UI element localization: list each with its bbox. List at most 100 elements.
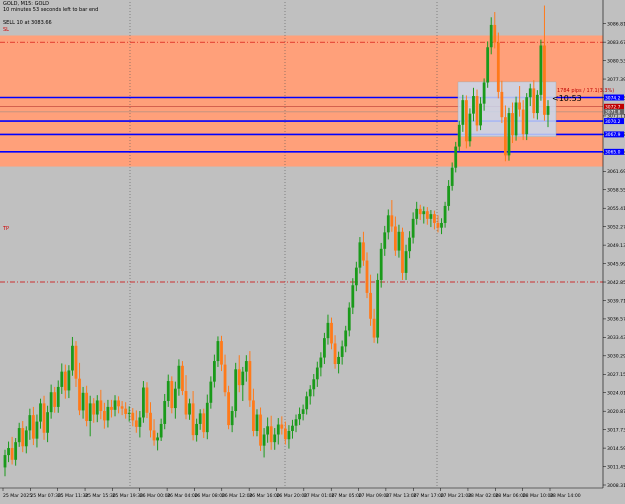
candle-body (99, 400, 103, 412)
candle-body (85, 392, 89, 422)
candle-body (429, 214, 433, 219)
candle-body (230, 411, 234, 426)
candle-body (255, 414, 259, 431)
candle-body (365, 260, 369, 293)
candle-body (333, 343, 337, 365)
price-tick-label: 3083.67 (607, 40, 625, 46)
candle-body (511, 113, 514, 136)
candle-body (156, 437, 160, 441)
candle-body (276, 424, 280, 435)
candle-body (386, 215, 390, 233)
price-tick-label: 3086.81 (607, 21, 625, 27)
candle-body (539, 45, 543, 95)
candle-body (464, 100, 468, 142)
candle-body (301, 409, 305, 414)
candle-body (152, 430, 156, 441)
candle-body (507, 113, 511, 156)
candle-body (447, 185, 451, 206)
level-price-tag-text: 3065.0 (605, 150, 621, 156)
candle-body (436, 222, 440, 228)
time-tick-label: 25 Mar 11:30 (58, 493, 89, 499)
candle-body (17, 428, 21, 443)
candle-body (433, 214, 436, 223)
time-tick-label: 28 Mar 14:00 (550, 493, 581, 499)
candle-body (117, 400, 120, 407)
current-price-tag-text: 3071.8 (605, 110, 621, 116)
candle-body (191, 403, 195, 436)
candle-body (227, 392, 230, 426)
time-tick-label: 26 Mar 12:00 (222, 493, 253, 499)
candle-body (425, 211, 429, 219)
candle-body (404, 251, 408, 273)
candle-body (110, 406, 113, 410)
candle-body (323, 338, 326, 358)
candle-body (415, 208, 419, 219)
candle-body (532, 88, 536, 114)
candle-body (528, 88, 532, 98)
candle-body (63, 371, 67, 391)
candle-body (102, 411, 106, 421)
candle-body (422, 211, 426, 215)
candle-body (145, 387, 149, 413)
candle-body (244, 361, 248, 372)
candle-body (525, 97, 529, 135)
candle-body (71, 345, 74, 371)
candle-body (248, 361, 252, 401)
time-tick-label: 28 Mar 06:00 (495, 493, 526, 499)
candle-body (287, 430, 291, 440)
candle-body (149, 412, 152, 431)
time-tick-label: 25 Mar 15:30 (85, 493, 116, 499)
candle-body (337, 356, 341, 365)
time-tick-label: 27 Mar 09:00 (359, 493, 390, 499)
candle-body (223, 364, 227, 393)
candle-body (482, 82, 486, 104)
price-tick-label: 3045.99 (607, 261, 625, 267)
time-tick-label: 26 Mar 16:00 (249, 493, 280, 499)
candle-body (521, 109, 525, 135)
candle-body (308, 389, 312, 397)
candle-body (269, 426, 273, 443)
candle-body (159, 423, 163, 438)
candle-body (273, 434, 277, 443)
candle-body (326, 322, 330, 339)
price-tick-label: 3027.15 (607, 372, 625, 378)
chart-window: 3086.813083.673080.533077.393074.253071.… (0, 0, 625, 500)
candle-body (42, 403, 46, 433)
candle-body (397, 231, 401, 251)
candle-body (127, 412, 131, 414)
candle-body (489, 24, 493, 48)
candle-body (280, 424, 284, 429)
price-chart[interactable]: 3086.813083.673080.533077.393074.253071.… (0, 0, 625, 500)
candle-body (56, 386, 60, 407)
time-tick-label: 27 Mar 05:00 (331, 493, 362, 499)
candle-body (472, 96, 475, 114)
time-tick-label: 25 Mar 19:30 (112, 493, 143, 499)
price-tick-label: 3020.87 (607, 409, 625, 415)
sell-order-label: SELL 10 at 3083.66 (3, 20, 52, 26)
candle-body (142, 387, 145, 418)
countdown-label: <10:53 (552, 94, 582, 103)
candle-body (443, 205, 447, 223)
candle-body (351, 285, 355, 308)
candle-body (166, 381, 170, 402)
candle-body (546, 106, 550, 115)
candle-body (7, 448, 10, 456)
price-tick-label: 3061.69 (607, 169, 625, 175)
candle-body (124, 408, 128, 414)
bar-countdown-text: 10 minutes 53 seconds left to bar end (3, 7, 99, 13)
price-tick-label: 3049.13 (607, 243, 625, 249)
candle-body (408, 237, 411, 252)
candle-body (330, 322, 333, 344)
candle-body (177, 365, 181, 389)
candle-body (237, 369, 241, 386)
candle-body (181, 365, 184, 392)
candle-body (450, 167, 454, 186)
candle-body (188, 403, 191, 415)
candle-body (14, 442, 18, 460)
candle-body (209, 381, 213, 403)
candle-body (535, 94, 539, 114)
time-tick-label: 26 Mar 04:00 (167, 493, 198, 499)
time-tick-label: 27 Mar 21:00 (441, 493, 472, 499)
price-tick-label: 3058.55 (607, 188, 625, 194)
candle-body (369, 292, 372, 319)
